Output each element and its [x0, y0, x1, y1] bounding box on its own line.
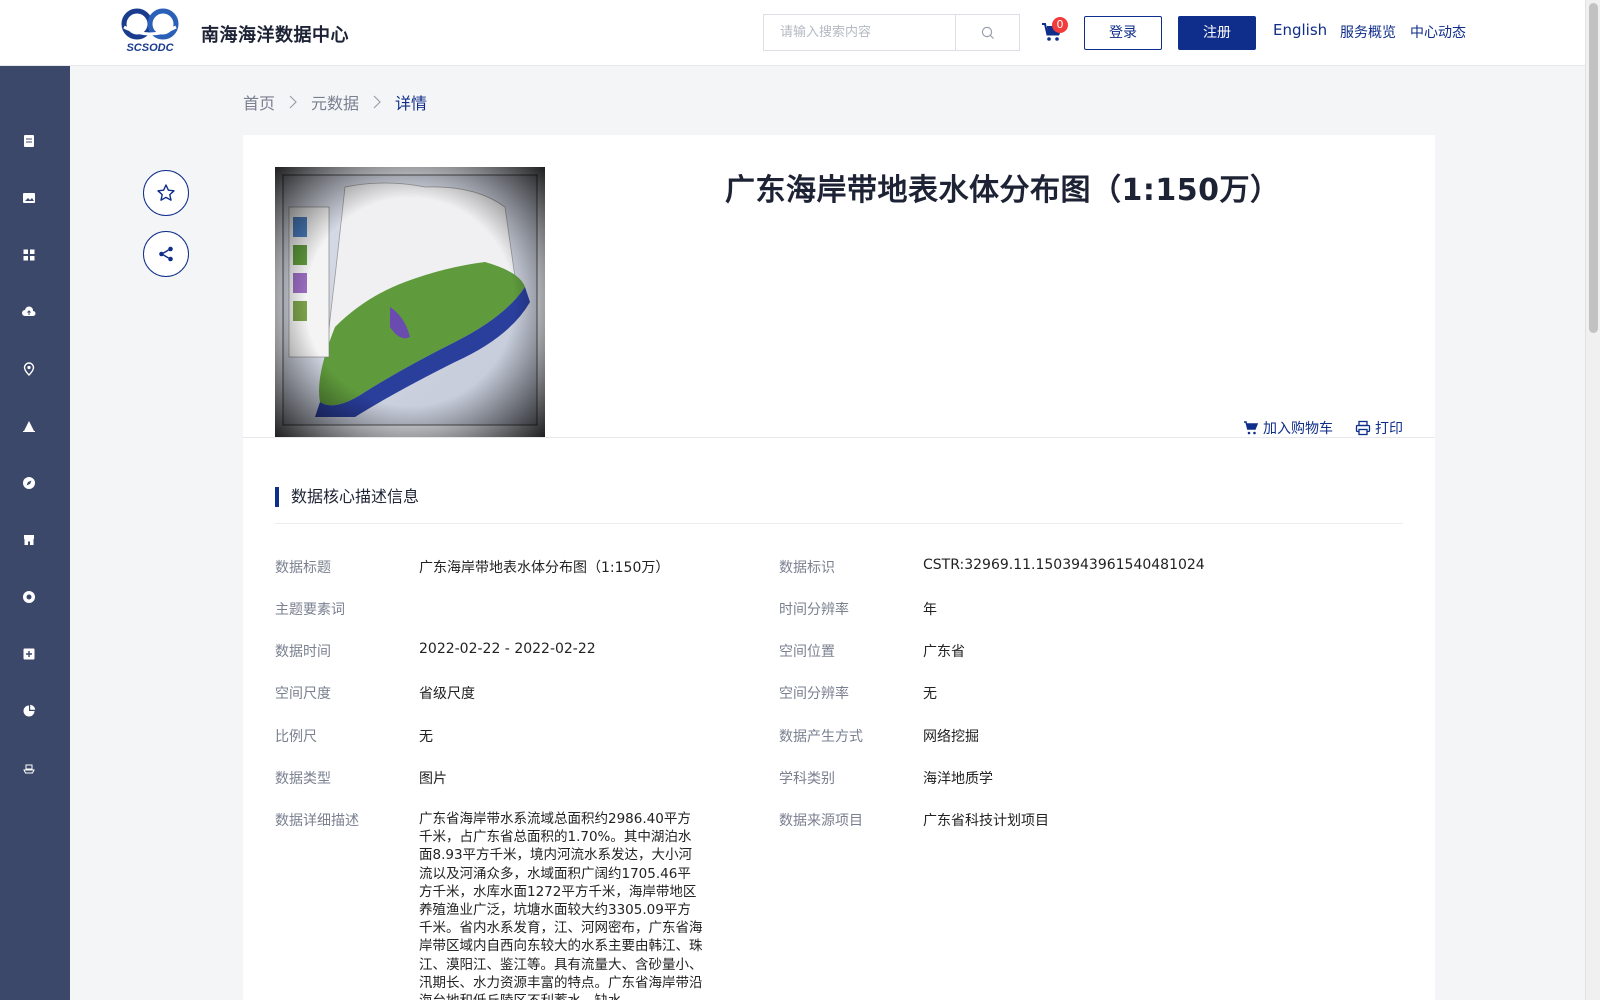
field-label-map-scale: 比例尺: [275, 729, 317, 745]
field-value-data-type: 图片: [419, 771, 447, 787]
top-header: SCSODC 南海海洋数据中心 0 登录 注册 English 服务概览 中心动…: [0, 0, 1585, 66]
field-label-temporal-resolution: 时间分辨率: [779, 602, 849, 618]
search-box: [763, 14, 1020, 51]
cloud-upload-icon[interactable]: [22, 305, 36, 319]
breadcrumb-detail: 详情: [395, 94, 428, 113]
share-button[interactable]: [143, 231, 189, 277]
field-value-data-title: 广东海岸带地表水体分布图（1:150万）: [419, 560, 670, 576]
add-square-icon[interactable]: [22, 647, 36, 661]
chevron-right-icon: [373, 95, 381, 109]
dataset-title: 广东海岸带地表水体分布图（1:150万）: [725, 173, 1281, 208]
nav-service-overview[interactable]: 服务概览: [1340, 22, 1396, 42]
field-value-description: 广东省海岸带水系流域总面积约2986.40平方千米，占广东省总面积的1.70%。…: [419, 811, 703, 1000]
svg-text:SCSODC: SCSODC: [126, 42, 174, 53]
field-value-source-project: 广东省科技计划项目: [923, 813, 1049, 829]
add-to-cart-button[interactable]: 加入购物车: [1243, 418, 1333, 438]
field-label-theme-keywords: 主题要素词: [275, 602, 345, 618]
nav-english[interactable]: English: [1273, 21, 1327, 39]
compass-icon[interactable]: [22, 476, 36, 490]
field-label-data-time: 数据时间: [275, 644, 331, 660]
breadcrumb-metadata[interactable]: 元数据: [311, 90, 359, 114]
nav-center-news[interactable]: 中心动态: [1410, 22, 1466, 42]
detail-actions: 加入购物车 打印: [1243, 418, 1403, 438]
logo[interactable]: SCSODC: [120, 7, 180, 54]
boat-icon[interactable]: [22, 761, 36, 775]
document-icon[interactable]: [22, 134, 36, 148]
site-title[interactable]: 南海海洋数据中心: [201, 21, 349, 47]
field-value-data-time: 2022-02-22 - 2022-02-22: [419, 641, 596, 657]
favorite-button[interactable]: [143, 170, 189, 216]
header-divider: [243, 437, 1435, 438]
printer-icon: [1355, 420, 1371, 436]
search-icon: [981, 26, 994, 39]
field-label-description: 数据详细描述: [275, 813, 359, 829]
field-value-spatial-location: 广东省: [923, 644, 965, 660]
dashboard-icon[interactable]: [22, 590, 36, 604]
cart-icon: [1244, 421, 1259, 435]
store-icon[interactable]: [22, 533, 36, 547]
detail-card: 广东海岸带地表水体分布图（1:150万） 加入购物车 打印 数据核心描述信息 数…: [243, 135, 1435, 1000]
section-title-core-info: 数据核心描述信息: [275, 487, 419, 507]
field-label-data-type: 数据类型: [275, 771, 331, 787]
field-label-discipline: 学科类别: [779, 771, 835, 787]
add-to-cart-label: 加入购物车: [1263, 421, 1333, 437]
register-button[interactable]: 注册: [1178, 16, 1256, 50]
share-icon: [159, 246, 173, 262]
print-label: 打印: [1375, 421, 1403, 437]
field-value-temporal-resolution: 年: [923, 602, 937, 618]
location-pin-icon[interactable]: [22, 362, 36, 376]
field-label-spatial-location: 空间位置: [779, 644, 835, 660]
field-value-discipline: 海洋地质学: [923, 771, 993, 787]
star-icon: [157, 184, 175, 201]
field-value-generation-method: 网络挖掘: [923, 729, 979, 745]
left-sidebar: [0, 66, 70, 1000]
image-icon[interactable]: [22, 191, 36, 205]
chevron-right-icon: [289, 95, 297, 109]
field-label-data-identifier: 数据标识: [779, 560, 835, 576]
print-button[interactable]: 打印: [1355, 418, 1403, 438]
field-value-spatial-scale: 省级尺度: [419, 686, 475, 702]
field-value-spatial-resolution: 无: [923, 686, 937, 702]
page-scrollbar[interactable]: [1585, 0, 1600, 1000]
dataset-thumbnail[interactable]: [275, 167, 545, 437]
pie-chart-icon[interactable]: [22, 704, 36, 718]
field-label-source-project: 数据来源项目: [779, 813, 863, 829]
field-label-spatial-scale: 空间尺度: [275, 686, 331, 702]
field-label-data-title: 数据标题: [275, 560, 331, 576]
breadcrumb: 首页 元数据 详情: [243, 90, 427, 114]
breadcrumb-home[interactable]: 首页: [243, 90, 275, 114]
field-label-spatial-resolution: 空间分辨率: [779, 686, 849, 702]
tent-icon[interactable]: [22, 419, 36, 433]
grid-icon[interactable]: [22, 248, 36, 262]
login-button[interactable]: 登录: [1084, 16, 1162, 50]
scrollbar-thumb[interactable]: [1589, 3, 1598, 333]
search-input[interactable]: [764, 15, 955, 50]
field-label-generation-method: 数据产生方式: [779, 729, 863, 745]
cart-count-badge: 0: [1052, 17, 1068, 33]
section-divider: [275, 523, 1403, 524]
search-button[interactable]: [955, 15, 1019, 50]
field-value-map-scale: 无: [419, 729, 433, 745]
field-value-data-identifier: CSTR:32969.11.1503943961540481024: [923, 557, 1205, 573]
